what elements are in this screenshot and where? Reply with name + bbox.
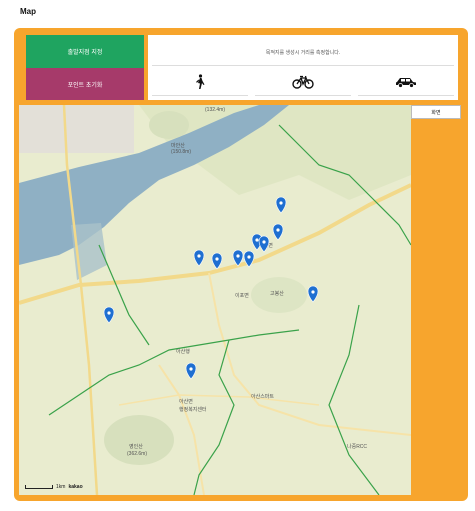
walking-person-icon [196, 74, 205, 89]
place-label: 아산스마트 [251, 393, 274, 400]
place-label: 아산행 [176, 348, 190, 355]
place-label: 행정복지센터 [179, 406, 207, 413]
reset-points-button[interactable]: 포인트 초기화 [26, 68, 144, 100]
set-start-button[interactable]: 출발지점 지정 [26, 35, 144, 68]
view-toggle-tab[interactable]: 화면 [411, 105, 461, 119]
distance-panel: 목적지를 생성시 거리를 측정합니다. [148, 35, 458, 100]
place-label: 아산면 [179, 398, 193, 405]
scale-label: 1km [56, 484, 66, 490]
scale-line [25, 485, 53, 489]
walk-mode-button[interactable] [152, 69, 248, 96]
distance-message: 목적지를 생성시 거리를 측정합니다. [265, 50, 341, 56]
place-label: (150.8m) [171, 149, 191, 155]
place-label: (132.4m) [205, 107, 225, 113]
map-provider-logo: kakao [68, 484, 83, 490]
place-label: (362.6m) [127, 451, 147, 457]
divider [152, 65, 454, 66]
bicycle-icon [292, 75, 314, 89]
map-scale: 1km kakao [25, 484, 83, 490]
place-label: 마안산 [171, 142, 185, 149]
place-label: 고봉산 [270, 290, 284, 297]
car-mode-button[interactable] [358, 69, 454, 96]
bike-mode-button[interactable] [255, 69, 351, 96]
car-icon [396, 78, 416, 88]
place-label: 영인산 [129, 443, 143, 450]
page-title: Map [20, 7, 36, 16]
place-label: 나중RCC [347, 443, 367, 450]
map-view[interactable]: 마안산 (150.8m) 이포면 고봉산 아산행 청계면 아산면 행정복지센터 … [19, 105, 411, 495]
place-label: 이포면 [235, 292, 249, 299]
map-canvas[interactable]: 마안산 (150.8m) 이포면 고봉산 아산행 청계면 아산면 행정복지센터 … [19, 105, 411, 495]
